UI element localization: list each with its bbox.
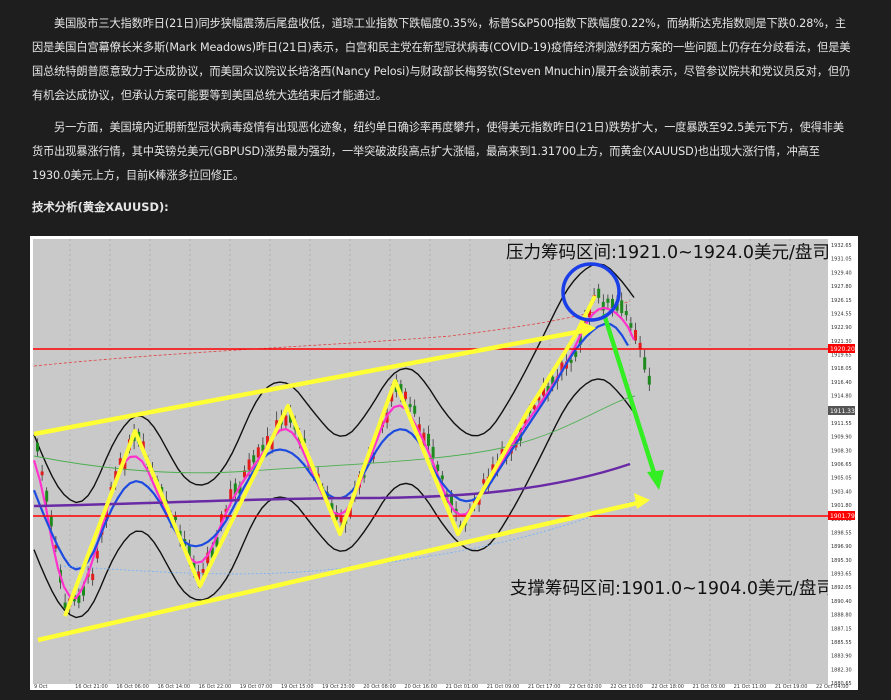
price-tick-label: 1914.80 [831, 394, 852, 400]
price-tick-label: 1911.55 [831, 421, 852, 427]
technical-analysis-heading: 技术分析(黄金XAUUSD): [32, 200, 169, 214]
candle [284, 415, 288, 426]
candle [569, 359, 573, 363]
price-tick-label: 1901.80 [831, 503, 852, 509]
article-paragraph-2-text: 另一方面，美国境内近期新型冠状病毒疫情有出现恶化迹象，纽约单日确诊率再度攀升，使… [32, 121, 844, 182]
price-tick-label: 1892.05 [831, 585, 852, 591]
price-tick-label: 1916.40 [831, 380, 852, 386]
time-tick-label: 16 Oct 22:00 [199, 684, 232, 690]
time-tick-label: 22 Oct 10:00 [610, 684, 643, 690]
candle [404, 391, 407, 400]
candle [482, 479, 486, 484]
article-paragraph-1-text: 美国股市三大指数昨日(21日)同步狭幅震荡后尾盘收低，道琼工业指数下跌幅度0.3… [32, 17, 851, 102]
candle [440, 475, 444, 480]
time-tick-label: 21 Oct 17:00 [528, 684, 561, 690]
time-tick-label: 16 Oct 14:00 [157, 684, 190, 690]
time-tick-label: 19 Oct 07:00 [240, 684, 273, 690]
time-tick-label: 21 Oct 09:00 [487, 684, 520, 690]
price-tick-label: 1919.65 [831, 353, 852, 359]
time-tick-label: 22 Oct 18:00 [651, 684, 684, 690]
price-tick-label: 1898.55 [831, 530, 852, 536]
time-tick-label: 20 Oct 08:00 [363, 684, 396, 690]
price-tick-label: 1926.15 [831, 298, 852, 304]
time-tick-label: 19 Oct 15:00 [281, 684, 314, 690]
price-tick-label: 1883.90 [831, 654, 852, 660]
time-tick-label: 9 Oct [34, 684, 47, 690]
candle [427, 433, 430, 446]
resistance-zone-label: 压力筹码区间:1921.0~1924.0美元/盘司 [506, 243, 830, 263]
candle [36, 442, 39, 452]
price-tick-label: 1931.05 [831, 257, 852, 263]
price-tick-label: 1906.65 [831, 462, 852, 468]
candle [201, 569, 205, 573]
price-tick-label: 1882.30 [831, 667, 852, 673]
candle [45, 490, 49, 502]
price-tick-label: 1921.30 [831, 339, 852, 345]
time-tick-label: 21 Oct 01:00 [446, 684, 479, 690]
candle [597, 288, 601, 298]
time-tick-label: 21 Oct 03:00 [693, 684, 726, 690]
price-tick-label: 1909.90 [831, 435, 852, 441]
article-paragraph-2: 另一方面，美国境内近期新型冠状病毒疫情有出现恶化迹象，纽约单日确诊率再度攀升，使… [32, 116, 852, 188]
price-tick-label: 1932.65 [831, 243, 852, 249]
chart-svg: 压力筹码区间:1921.0~1924.0美元/盘司 支撑筹码区间:1901.0~… [30, 236, 858, 690]
plot-area [33, 239, 828, 684]
time-tick-label: 21 Oct 11:00 [734, 684, 767, 690]
candle [408, 404, 412, 408]
candle [247, 459, 251, 470]
time-tick-label: 22 Oct 04:00 [816, 684, 849, 690]
price-axis: 1932.65 1931.05 1929.40 1927.80 1926.15 1924.… [828, 239, 855, 687]
price-tick-label: 1922.90 [831, 325, 852, 331]
candle [413, 405, 417, 414]
candle [624, 311, 628, 316]
time-tick-label: 21 Oct 19:00 [775, 684, 808, 690]
price-tick-label: 1887.15 [831, 626, 852, 632]
price-tick-label: 1885.55 [831, 640, 852, 646]
candle [606, 298, 610, 303]
price-tick-label: 1896.90 [831, 544, 852, 550]
xauusd-chart-image: 压力筹码区间:1921.0~1924.0美元/盘司 支撑筹码区间:1901.0~… [30, 236, 858, 690]
candle [339, 516, 343, 523]
candle [95, 550, 99, 559]
price-tick-label: 1905.05 [831, 476, 852, 482]
time-tick-label: 20 Oct 16:00 [404, 684, 437, 690]
candle [629, 323, 633, 328]
candle [229, 489, 233, 500]
time-tick-label: 16 Oct 06:00 [116, 684, 149, 690]
article-paragraph-1: 美国股市三大指数昨日(21日)同步狭幅震荡后尾盘收低，道琼工业指数下跌幅度0.3… [32, 12, 852, 108]
candle [49, 516, 53, 527]
candle [638, 342, 642, 349]
candle [40, 471, 44, 476]
time-tick-label: 16 Oct 21:00 [75, 684, 108, 690]
price-tick-label: 1908.30 [831, 448, 852, 454]
support-zone-label: 支撑筹码区间:1901.0~1904.0美元/盘司 [510, 579, 834, 599]
price-tick-label: 1929.40 [831, 270, 852, 276]
price-tick-label: 1903.40 [831, 489, 852, 495]
price-tick-label: 1890.40 [831, 599, 852, 605]
current-price-marker-label: 1911.33 [830, 408, 855, 415]
candle [174, 516, 177, 521]
support-price-marker-label: 1901.79 [830, 513, 855, 520]
price-tick-label: 1893.65 [831, 572, 852, 578]
resistance-price-marker-label: 1920.20 [830, 346, 855, 353]
time-tick-label: 19 Oct 23:00 [322, 684, 355, 690]
time-tick-label: 22 Oct 02:00 [569, 684, 602, 690]
candle [647, 375, 651, 385]
price-tick-label: 1918.05 [831, 366, 852, 372]
candle [252, 455, 256, 463]
price-tick-label: 1895.30 [831, 558, 852, 564]
price-tick-label: 1927.80 [831, 284, 852, 290]
candle [620, 300, 624, 314]
price-tick-label: 1924.55 [831, 311, 852, 317]
candle [91, 573, 95, 581]
price-tick-label: 1888.80 [831, 613, 852, 619]
candle [643, 357, 647, 370]
candle [431, 446, 435, 458]
